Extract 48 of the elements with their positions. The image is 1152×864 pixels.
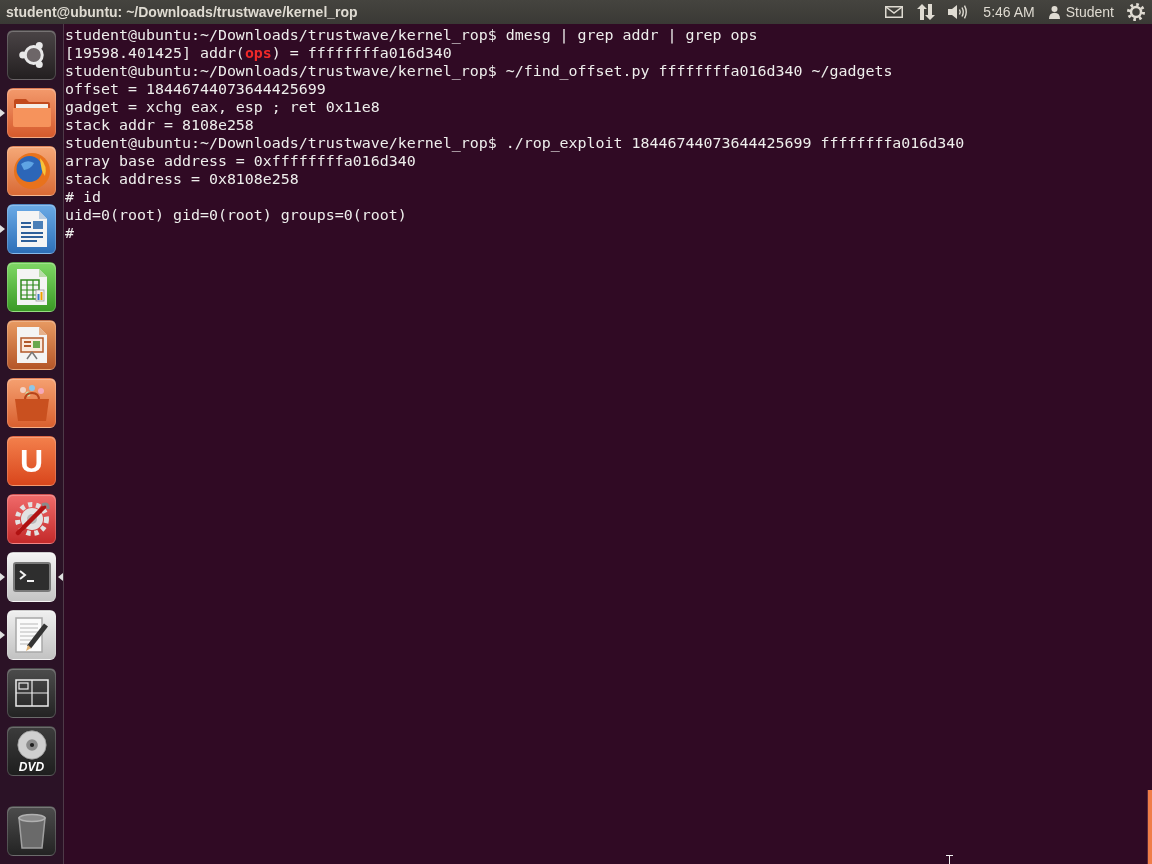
user-name[interactable]: Student	[1065, 4, 1114, 20]
up-down-arrows-icon[interactable]	[917, 4, 936, 20]
clock[interactable]: 5:46 AM	[983, 4, 1035, 20]
launcher-button[interactable]	[6, 668, 57, 718]
folder-icon	[12, 99, 51, 127]
volume-icon[interactable]	[948, 5, 969, 19]
launcher-button[interactable]	[6, 320, 57, 370]
text-cursor-icon	[946, 855, 953, 864]
person-icon[interactable]	[1048, 5, 1060, 19]
gear-wrench-icon	[12, 500, 51, 538]
launcher-button[interactable]	[6, 494, 57, 544]
terminal-line: stack addr = 8108e258	[65, 116, 254, 134]
terminal-icon	[12, 562, 51, 592]
terminal-line: [19598.401425] addr(ops) = ffffffffa016d340	[65, 44, 452, 62]
terminal-line: stack address = 0x8108e258	[65, 170, 299, 188]
launcher-button[interactable]	[6, 30, 57, 80]
workspace-grid-icon	[14, 679, 49, 707]
terminal-line: #	[65, 224, 74, 242]
terminal-line: student@ubuntu:~/Downloads/trustwave/kernel_rop$ ./rop_exploit 18446744073644425699 ffffffffa016d340	[65, 134, 965, 152]
terminal-line: # id	[65, 188, 101, 206]
terminal-line: student@ubuntu:~/Downloads/trustwave/kernel_rop$ dmesg | grep addr | grep ops	[65, 26, 758, 44]
launcher-button[interactable]	[6, 806, 57, 856]
launcher-button[interactable]	[6, 88, 57, 138]
launcher-button[interactable]	[6, 610, 57, 660]
gear-icon[interactable]	[1127, 3, 1145, 21]
document-icon	[16, 211, 47, 247]
terminal-line: student@ubuntu:~/Downloads/trustwave/kernel_rop$ ~/find_offset.py ffffffffa016d340 ~/gadgets	[65, 62, 893, 80]
launcher-button[interactable]	[6, 378, 57, 428]
scrollbar-indicator[interactable]	[1147, 790, 1152, 864]
trash-can-icon	[16, 813, 47, 849]
terminal-line: gadget = xchg eax, esp ; ret 0x11e8	[65, 98, 380, 116]
envelope-icon[interactable]	[885, 6, 904, 18]
globe-icon	[13, 153, 50, 189]
ring-logo-icon	[19, 42, 44, 68]
launcher-button[interactable]	[6, 146, 57, 196]
window-title: student@ubuntu: ~/Downloads/trustwave/kernel_rop	[5, 4, 358, 20]
terminal-line: offset = 18446744073644425699	[65, 80, 326, 98]
notepad-pencil-icon	[14, 617, 49, 653]
launcher-button[interactable]	[6, 262, 57, 312]
terminal-line: array base address = 0xffffffffa016d340	[65, 152, 416, 170]
launcher-button[interactable]	[6, 552, 57, 602]
disc-icon	[16, 729, 47, 760]
launcher-button[interactable]	[6, 204, 57, 254]
spreadsheet-icon	[16, 269, 47, 305]
terminal-line: uid=0(root) gid=0(root) groups=0(root)	[65, 206, 407, 224]
presentation-icon	[16, 327, 47, 363]
launcher-button[interactable]: DVD	[6, 726, 57, 776]
shopping-bag-icon	[14, 385, 49, 421]
